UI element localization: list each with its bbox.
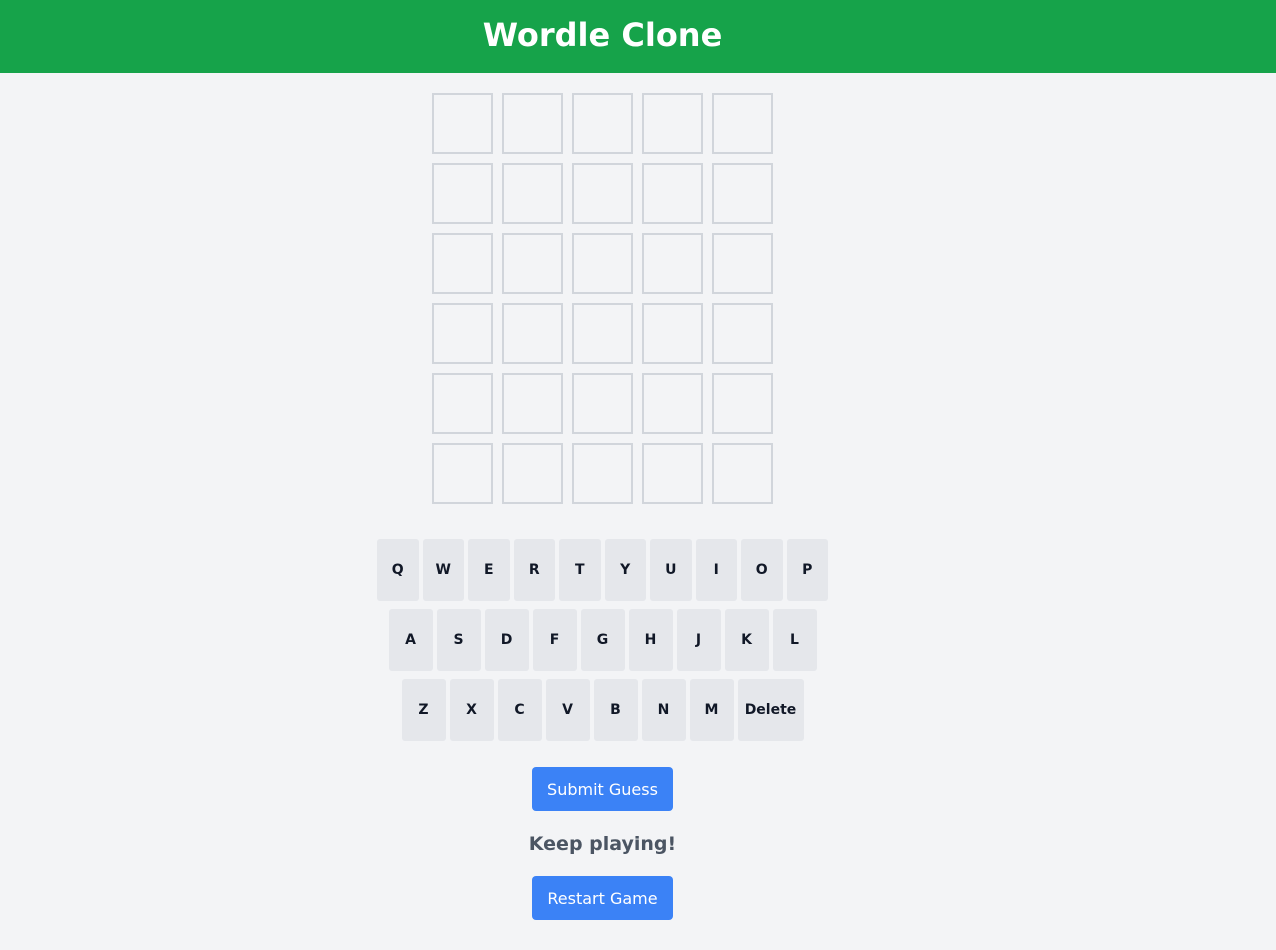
key-s[interactable]: S (436, 609, 481, 671)
letter-tile (502, 373, 563, 434)
letter-tile (642, 163, 703, 224)
key-o[interactable]: O (741, 539, 783, 601)
key-c[interactable]: C (497, 679, 542, 741)
key-h[interactable]: H (628, 609, 673, 671)
key-r[interactable]: R (513, 539, 555, 601)
key-w[interactable]: W (422, 539, 464, 601)
key-y[interactable]: Y (604, 539, 646, 601)
letter-tile (432, 163, 493, 224)
key-m[interactable]: M (689, 679, 734, 741)
letter-tile (712, 93, 773, 154)
letter-tile (432, 373, 493, 434)
letter-tile (502, 443, 563, 504)
letter-tile (712, 233, 773, 294)
page-title: Wordle Clone (482, 16, 723, 54)
letter-tile (572, 303, 633, 364)
key-k[interactable]: K (724, 609, 769, 671)
key-f[interactable]: F (532, 609, 577, 671)
app-header: Wordle Clone (0, 0, 1276, 73)
status-message: Keep playing! (528, 833, 677, 855)
delete-key[interactable]: Delete (737, 679, 804, 741)
letter-tile (642, 233, 703, 294)
restart-game-button[interactable]: Restart Game (532, 876, 673, 920)
letter-tile (432, 443, 493, 504)
on-screen-keyboard: Q W E R T Y U I O P A S D F G H J K L Z X C V B N M Delete (0, 539, 1205, 749)
key-n[interactable]: N (641, 679, 686, 741)
letter-tile (432, 303, 493, 364)
letter-tile (432, 93, 493, 154)
key-g[interactable]: G (580, 609, 625, 671)
game-board (432, 93, 773, 504)
letter-tile (712, 163, 773, 224)
key-l[interactable]: L (772, 609, 817, 671)
key-u[interactable]: U (650, 539, 692, 601)
letter-tile (432, 233, 493, 294)
key-p[interactable]: P (786, 539, 828, 601)
key-d[interactable]: D (484, 609, 529, 671)
key-i[interactable]: I (695, 539, 737, 601)
letter-tile (712, 373, 773, 434)
letter-tile (712, 303, 773, 364)
letter-tile (572, 163, 633, 224)
key-e[interactable]: E (468, 539, 510, 601)
letter-tile (502, 163, 563, 224)
letter-tile (502, 93, 563, 154)
letter-tile (642, 373, 703, 434)
key-v[interactable]: V (545, 679, 590, 741)
game-actions: Submit Guess Keep playing! Restart Game (0, 767, 1205, 920)
keyboard-row: QWERTYUIOP (0, 539, 1205, 601)
key-a[interactable]: A (388, 609, 433, 671)
letter-tile (572, 93, 633, 154)
letter-tile (642, 93, 703, 154)
letter-tile (572, 443, 633, 504)
keyboard-row: ASDFGHJKL (0, 609, 1205, 671)
key-x[interactable]: X (449, 679, 494, 741)
letter-tile (642, 303, 703, 364)
keyboard-row: Z X C V B N M Delete (0, 679, 1205, 741)
key-j[interactable]: J (676, 609, 721, 671)
key-z[interactable]: Z (401, 679, 446, 741)
submit-guess-button[interactable]: Submit Guess (532, 767, 673, 811)
key-b[interactable]: B (593, 679, 638, 741)
letter-tile (572, 373, 633, 434)
letter-tile (642, 443, 703, 504)
letter-tile (502, 233, 563, 294)
letter-tile (502, 303, 563, 364)
letter-tile (572, 233, 633, 294)
letter-tile (712, 443, 773, 504)
key-q[interactable]: Q (377, 539, 419, 601)
key-t[interactable]: T (559, 539, 601, 601)
